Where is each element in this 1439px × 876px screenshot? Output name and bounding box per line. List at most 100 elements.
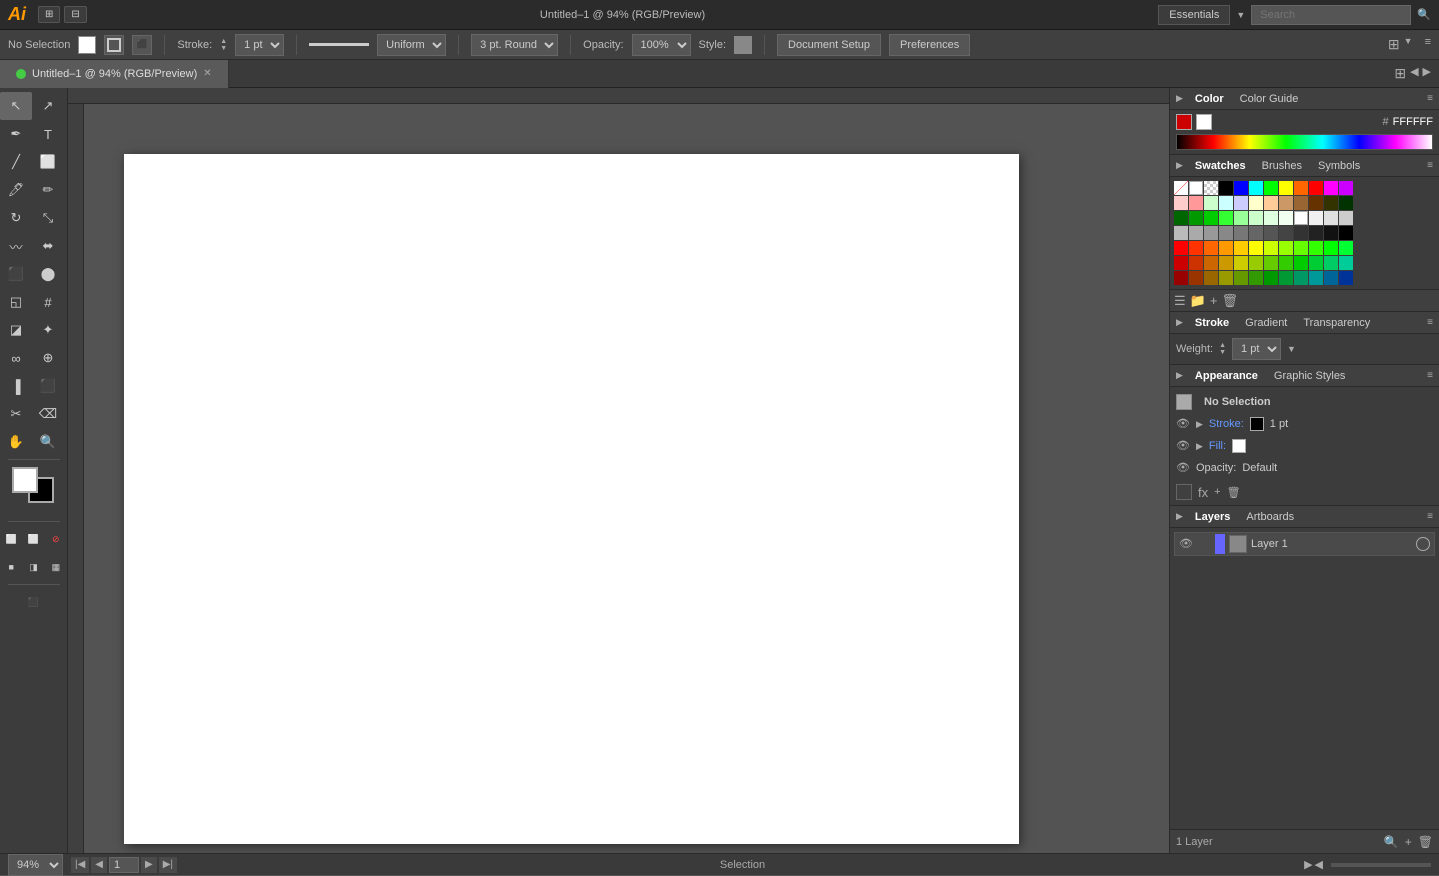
layers-new-layer-icon[interactable]: + (1405, 835, 1412, 849)
brushes-tab[interactable]: Brushes (1254, 158, 1310, 174)
perspective-tool[interactable]: ◱ (0, 288, 32, 316)
stroke-tab[interactable]: Stroke (1187, 315, 1237, 331)
swatch-r6c11[interactable] (1324, 271, 1338, 285)
swatches-tab[interactable]: Swatches (1187, 158, 1254, 174)
swatch-r6c1[interactable] (1174, 271, 1188, 285)
appearance-delete-icon[interactable]: 🗑 (1227, 486, 1241, 499)
type-tool[interactable]: T (32, 120, 64, 148)
symbols-tab[interactable]: Symbols (1310, 158, 1368, 174)
swatch-r6c10[interactable] (1309, 271, 1323, 285)
appearance-stroke-expand-icon[interactable]: ▶ (1196, 419, 1203, 430)
tab-scroll-right-icon[interactable]: ▶ (1423, 65, 1431, 82)
swatch-r3c5[interactable] (1234, 226, 1248, 240)
pencil-tool[interactable]: ✏ (32, 176, 64, 204)
swatch-r6c3[interactable] (1204, 271, 1218, 285)
none-icon[interactable]: ⊘ (45, 525, 67, 553)
swatch-r4c10[interactable] (1309, 241, 1323, 255)
stroke-weight-dropdown-icon[interactable]: ▼ (1287, 344, 1296, 354)
swatch-r2c4[interactable] (1219, 211, 1233, 225)
zoom-select[interactable]: 94% (8, 854, 63, 876)
delete-swatch-icon[interactable]: 🗑 (1221, 293, 1238, 309)
swatch-r2c3[interactable] (1204, 211, 1218, 225)
page-number-input[interactable] (109, 857, 139, 873)
swatch-r4c5[interactable] (1234, 241, 1248, 255)
appearance-fill-swatch[interactable] (1232, 439, 1246, 453)
stroke-weight-select[interactable]: 1 pt (235, 34, 284, 56)
doc-tab-close-icon[interactable]: ✕ (203, 68, 211, 79)
rectangle-tool[interactable]: ⬜ (32, 148, 64, 176)
appearance-panel-menu-icon[interactable]: ≡ (1427, 370, 1433, 381)
swatch-r5c3[interactable] (1204, 256, 1218, 270)
swatch-r3c10[interactable] (1309, 226, 1323, 240)
page-last-btn[interactable]: ▶| (159, 857, 177, 873)
swatch-r5c7[interactable] (1264, 256, 1278, 270)
fill-swatch[interactable] (78, 36, 96, 54)
swatch-r3c7[interactable] (1264, 226, 1278, 240)
preferences-button[interactable]: Preferences (889, 34, 970, 56)
swatch-white[interactable] (1189, 181, 1203, 195)
appearance-new-fill-icon[interactable]: + (1214, 486, 1220, 498)
page-prev-btn[interactable]: ◀ (91, 857, 107, 873)
gradient-tab[interactable]: Gradient (1237, 315, 1295, 331)
arrange-icon[interactable]: ⊞ (1388, 36, 1400, 53)
free-transform-tool[interactable]: ⬛ (0, 260, 32, 288)
hand-tool[interactable]: ✋ (0, 428, 32, 456)
status-back-icon[interactable]: ◀ (1315, 858, 1323, 871)
layers-tab[interactable]: Layers (1187, 509, 1238, 525)
swatch-r3c6[interactable] (1249, 226, 1263, 240)
swatch-r6c12[interactable] (1339, 271, 1353, 285)
fill-icon[interactable]: ⬜ (0, 525, 22, 553)
search-input[interactable] (1251, 5, 1411, 25)
swatch-r5c10[interactable] (1309, 256, 1323, 270)
selection-tool[interactable]: ↖ (0, 92, 32, 120)
swatch-r4c12[interactable] (1339, 241, 1353, 255)
swatch-r3c1[interactable] (1174, 226, 1188, 240)
status-scrubber[interactable] (1331, 863, 1431, 867)
direct-selection-tool[interactable]: ↗ (32, 92, 64, 120)
layers-search-icon[interactable]: 🔍 (1384, 835, 1399, 849)
swatch-r4c9[interactable] (1294, 241, 1308, 255)
swatch-r4c1[interactable] (1174, 241, 1188, 255)
layer-lock-icon[interactable] (1197, 537, 1211, 551)
stroke-icon-box[interactable] (104, 35, 124, 55)
tab-arrange-icon[interactable]: ⊞ (1394, 65, 1406, 82)
workspace-icon-btn[interactable]: ⊟ (64, 6, 86, 23)
swatch-r5c11[interactable] (1324, 256, 1338, 270)
swatch-r2c12[interactable] (1339, 211, 1353, 225)
swatch-r3c8[interactable] (1279, 226, 1293, 240)
appearance-panel-header[interactable]: ▶ Appearance Graphic Styles ≡ (1170, 365, 1439, 387)
appearance-stroke-swatch[interactable] (1250, 417, 1264, 431)
swatch-r6c9[interactable] (1294, 271, 1308, 285)
swatch-r4c8[interactable] (1279, 241, 1293, 255)
swatch-menu-icon[interactable]: ☰ (1174, 293, 1186, 309)
swatch-r5c12[interactable] (1339, 256, 1353, 270)
artboard-tool[interactable]: ⬛ (32, 372, 64, 400)
column-graph-tool[interactable]: ▐ (0, 372, 32, 400)
layers-panel-header[interactable]: ▶ Layers Artboards ≡ (1170, 506, 1439, 528)
swatch-r2c8[interactable] (1279, 211, 1293, 225)
swatch-r2c5[interactable] (1234, 211, 1248, 225)
slice-tool[interactable]: ✂ (0, 400, 32, 428)
symbol-sprayer-tool[interactable]: ⊕ (32, 344, 64, 372)
eyedropper-tool[interactable]: ✦ (32, 316, 64, 344)
stroke-up-down[interactable]: ▲ ▼ (220, 38, 227, 52)
draw-mode-btn[interactable]: ⬛ (8, 588, 60, 616)
page-first-btn[interactable]: |◀ (71, 857, 89, 873)
swatch-green[interactable] (1264, 181, 1278, 195)
opacity-select[interactable]: 100% (632, 34, 691, 56)
swatch-r1c8[interactable] (1279, 196, 1293, 210)
new-swatch-icon[interactable]: + (1210, 293, 1218, 308)
appearance-stroke-link[interactable]: Stroke: (1209, 418, 1244, 430)
appearance-fill-expand-icon[interactable]: ▶ (1196, 441, 1203, 452)
swatch-r1c12[interactable] (1339, 196, 1353, 210)
graphic-styles-tab[interactable]: Graphic Styles (1266, 368, 1354, 384)
swatch-r4c7[interactable] (1264, 241, 1278, 255)
zoom-tool[interactable]: 🔍 (32, 428, 64, 456)
essentials-button[interactable]: Essentials (1158, 5, 1230, 25)
color-panel-menu-icon[interactable]: ≡ (1427, 93, 1433, 104)
swatch-r1c6[interactable] (1249, 196, 1263, 210)
stroke-weight-arrows[interactable]: ▲ ▼ (1219, 342, 1226, 356)
pattern-mode-btn[interactable]: ▦ (45, 553, 67, 581)
appearance-fill-eye-icon[interactable]: 👁 (1176, 439, 1190, 453)
stroke-cap-select[interactable]: 3 pt. Round (471, 34, 558, 56)
